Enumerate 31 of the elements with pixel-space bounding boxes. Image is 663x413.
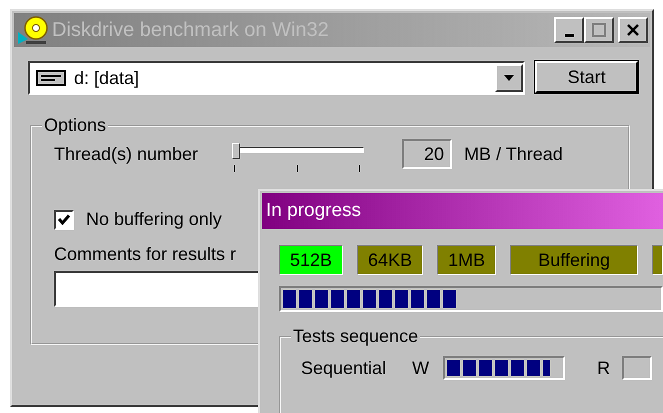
test-name: Sequential (301, 358, 386, 378)
options-label: Options (42, 115, 108, 136)
minimize-icon (564, 34, 574, 36)
start-button[interactable]: Start (535, 61, 638, 93)
dialog-title: In progress (262, 193, 663, 229)
drive-icon (36, 70, 66, 86)
size-unit: MB / Thread (464, 143, 563, 166)
status-indicator: 1MB (437, 245, 496, 275)
size-value[interactable]: 20 (402, 139, 452, 169)
maximize-button[interactable] (584, 17, 614, 43)
disk-icon (16, 15, 50, 45)
checkbox[interactable] (54, 210, 74, 230)
minimize-button[interactable] (554, 17, 584, 43)
no-buffering-label: No buffering only (86, 209, 222, 230)
drive-value: d: [data] (74, 68, 140, 88)
write-label: W (412, 358, 430, 378)
status-indicator (652, 245, 663, 275)
drive-dropdown[interactable]: d: [data] (28, 61, 526, 95)
caret-icon (504, 75, 514, 81)
read-label: R (597, 358, 610, 378)
status-indicator: 512B (279, 245, 344, 275)
dropdown-button[interactable] (495, 64, 524, 92)
thread-label: Thread(s) number (54, 143, 198, 166)
comments-label: Comments for results r (54, 244, 236, 265)
close-icon (626, 23, 640, 37)
check-icon (57, 212, 71, 226)
status-indicator: Buffering (510, 245, 638, 275)
status-indicator: 64KB (357, 245, 424, 275)
read-bar-frame (622, 356, 652, 380)
close-button[interactable] (618, 17, 648, 43)
maximize-icon (592, 23, 606, 37)
